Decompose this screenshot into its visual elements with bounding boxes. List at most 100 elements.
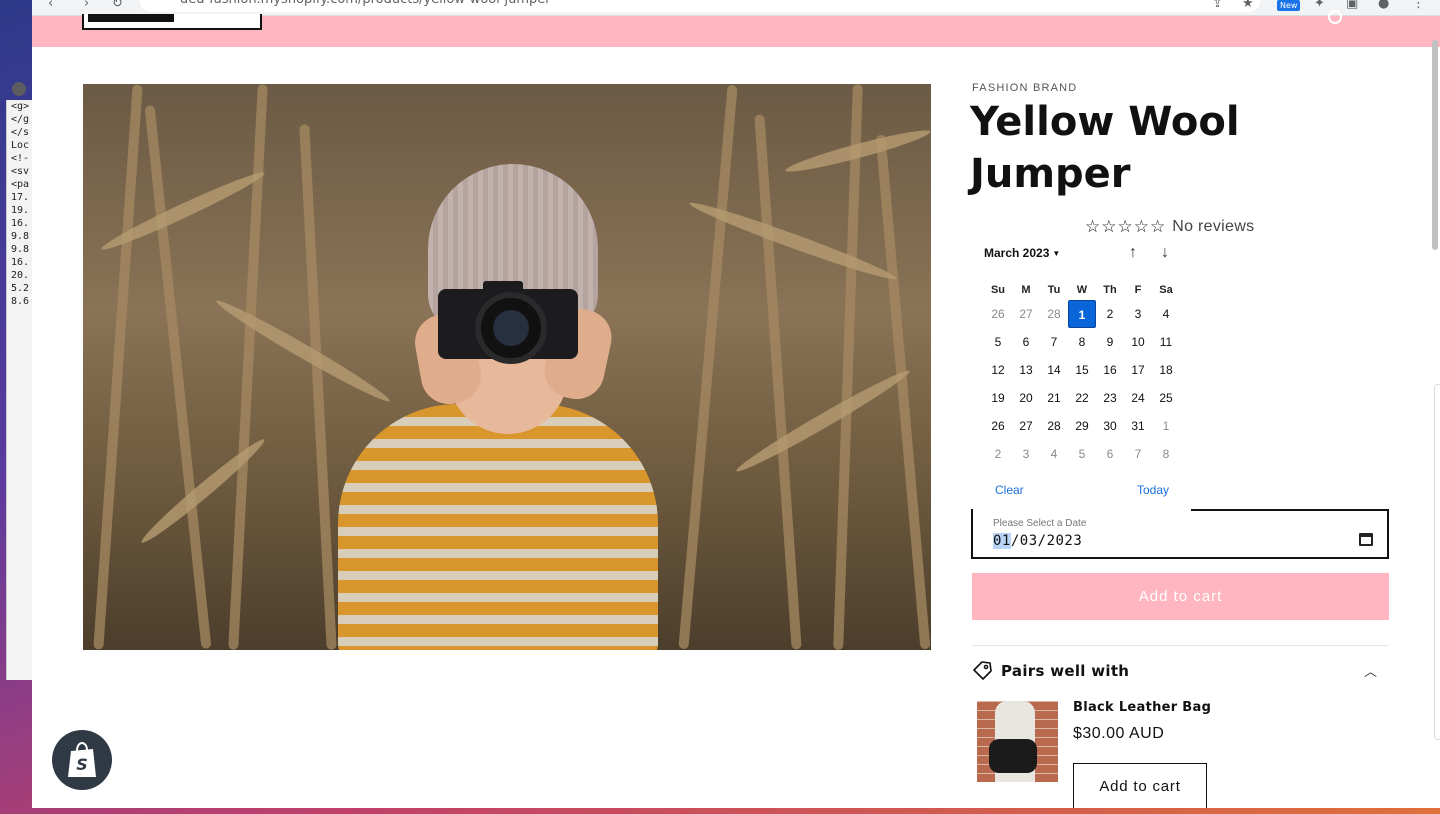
calendar-day[interactable]: 28 [1040, 412, 1068, 440]
calendar-day[interactable]: 4 [1040, 440, 1068, 468]
calendar-day-selected[interactable]: 1 [1068, 300, 1096, 328]
calendar-day[interactable]: 8 [1152, 440, 1180, 468]
date-rest-segment[interactable]: /03/2023 [1011, 533, 1082, 549]
calendar-day[interactable]: 30 [1096, 412, 1124, 440]
calendar-day[interactable]: 16 [1096, 356, 1124, 384]
calendar-day[interactable]: 15 [1068, 356, 1096, 384]
date-day-segment[interactable]: 01 [993, 533, 1011, 549]
calendar-day[interactable]: 12 [984, 356, 1012, 384]
calendar-day[interactable]: 3 [1012, 440, 1040, 468]
add-to-cart-button[interactable]: Add to cart [972, 573, 1389, 620]
calendar-day[interactable]: 17 [1124, 356, 1152, 384]
back-icon[interactable]: ‹ [48, 0, 53, 11]
account-icon[interactable] [1328, 10, 1342, 24]
devtools-line: 19. [11, 205, 30, 216]
menu-icon[interactable]: ⋮ [1412, 0, 1425, 11]
devtools-line: <sv [11, 166, 30, 177]
calendar-day[interactable]: 26 [984, 300, 1012, 328]
devtools-line: 9.8 [11, 231, 30, 242]
browser-window: ‹ › ↻ ded-fashion.myshopify.com/products… [32, 0, 1440, 808]
calendar-day[interactable]: 20 [1012, 384, 1040, 412]
calendar-day[interactable]: 7 [1040, 328, 1068, 356]
background-desktop: <g> </g </s Loc <!- <sv <pa 17. 19. 16. 9.8 9.8 16. 2… [0, 0, 32, 814]
window-icon[interactable]: ▣ [1346, 0, 1358, 11]
profile-icon[interactable]: ● [1378, 0, 1389, 11]
calendar-day[interactable]: 8 [1068, 328, 1096, 356]
calendar-day[interactable]: 3 [1124, 300, 1152, 328]
calendar-day[interactable]: 27 [1012, 300, 1040, 328]
svg-text:S: S [76, 755, 88, 774]
calendar-day[interactable]: 19 [984, 384, 1012, 412]
calendar-day[interactable]: 23 [1096, 384, 1124, 412]
calendar-day[interactable]: 9 [1096, 328, 1124, 356]
recommended-add-to-cart-button[interactable]: Add to cart [1073, 763, 1207, 808]
star-icon: ☆ [1085, 217, 1101, 237]
calendar-day[interactable]: 10 [1124, 328, 1152, 356]
calendar-day[interactable]: 27 [1012, 412, 1040, 440]
date-input[interactable]: Please Select a Date 01/03/2023 [971, 509, 1389, 559]
calendar-day[interactable]: 7 [1124, 440, 1152, 468]
today-button[interactable]: Today [1137, 483, 1169, 497]
calendar-icon[interactable] [1359, 533, 1373, 546]
calendar-day[interactable]: 29 [1068, 412, 1096, 440]
reload-icon[interactable]: ↻ [112, 0, 123, 11]
calendar-day[interactable]: 5 [1068, 440, 1096, 468]
calendar-day[interactable]: 2 [984, 440, 1012, 468]
date-input-value[interactable]: 01/03/2023 [993, 533, 1082, 549]
black-leather-bag-image[interactable] [977, 701, 1058, 782]
devtools-line: <g> [11, 101, 30, 112]
calendar-day[interactable]: 18 [1152, 356, 1180, 384]
review-rating[interactable]: ☆ ☆ ☆ ☆ ☆ No reviews [1085, 216, 1254, 238]
calendar-day[interactable]: 1 [1152, 412, 1180, 440]
recommended-product-name[interactable]: Black Leather Bag [1073, 700, 1211, 715]
weekday-header: W [1076, 284, 1088, 296]
devtools-line: 8.6 [11, 296, 30, 307]
calendar-day[interactable]: 11 [1152, 328, 1180, 356]
shopify-bag-icon[interactable]: S [52, 730, 112, 790]
calendar-day[interactable]: 25 [1152, 384, 1180, 412]
weekday-header: Su [990, 284, 1006, 296]
devtools-line: 5.2 [11, 283, 30, 294]
calendar-day[interactable]: 6 [1012, 328, 1040, 356]
pairs-well-with-toggle[interactable]: Pairs well with ︿ [972, 657, 1389, 685]
date-input-label: Please Select a Date [993, 518, 1087, 529]
scrollbar[interactable] [1432, 40, 1438, 250]
calendar-day[interactable]: 21 [1040, 384, 1068, 412]
clear-button[interactable]: Clear [995, 483, 1024, 497]
calendar-day[interactable]: 6 [1096, 440, 1124, 468]
chevron-up-icon[interactable]: ︿ [1364, 661, 1377, 680]
month-dropdown[interactable]: March 2023 ▼ [984, 246, 1060, 260]
calendar-day[interactable]: 13 [1012, 356, 1040, 384]
recommended-product-price: $30.00 AUD [1073, 725, 1165, 742]
address-bar[interactable]: ded-fashion.myshopify.com/products/yello… [140, 0, 1260, 12]
devtools-line: 16. [11, 257, 30, 268]
calendar-day[interactable]: 26 [984, 412, 1012, 440]
calendar-day[interactable]: 14 [1040, 356, 1068, 384]
bookmark-star-icon[interactable]: ★ [1242, 0, 1254, 11]
site-header [32, 10, 1440, 47]
weekday-header: Tu [1047, 284, 1061, 296]
calendar-grid: Su M Tu W Th F Sa 26 27 28 1 2 3 4 5 6 7 8 9 10 11 12 13 14 15 16… [984, 280, 1180, 468]
devtools-line: <pa [11, 179, 30, 190]
calendar-day[interactable]: 5 [984, 328, 1012, 356]
store-logo[interactable] [82, 14, 262, 30]
calendar-day[interactable]: 28 [1040, 300, 1068, 328]
next-month-arrow-icon[interactable]: ↓ [1155, 244, 1175, 262]
forward-icon[interactable]: › [84, 0, 89, 11]
calendar-day[interactable]: 31 [1124, 412, 1152, 440]
previous-month-arrow-icon[interactable]: ↑ [1123, 244, 1143, 262]
share-icon[interactable]: ⇪ [1212, 0, 1223, 11]
devtools-line: 9.8 [11, 244, 30, 255]
tag-icon [973, 661, 992, 680]
devtools-line: </g [11, 114, 30, 125]
calendar-day[interactable]: 2 [1096, 300, 1124, 328]
extensions-icon[interactable]: ✦ [1314, 0, 1325, 11]
calendar-day[interactable]: 22 [1068, 384, 1096, 412]
devtools-line: Loc [11, 140, 30, 151]
brand-label: FASHION BRAND [972, 82, 1078, 94]
background-devtools-panel: <g> </g </s Loc <!- <sv <pa 17. 19. 16. 9.8 9.8 16. 2… [6, 100, 32, 680]
product-image[interactable] [83, 84, 931, 650]
calendar-day[interactable]: 4 [1152, 300, 1180, 328]
month-label: March 2023 [984, 246, 1050, 260]
calendar-day[interactable]: 24 [1124, 384, 1152, 412]
